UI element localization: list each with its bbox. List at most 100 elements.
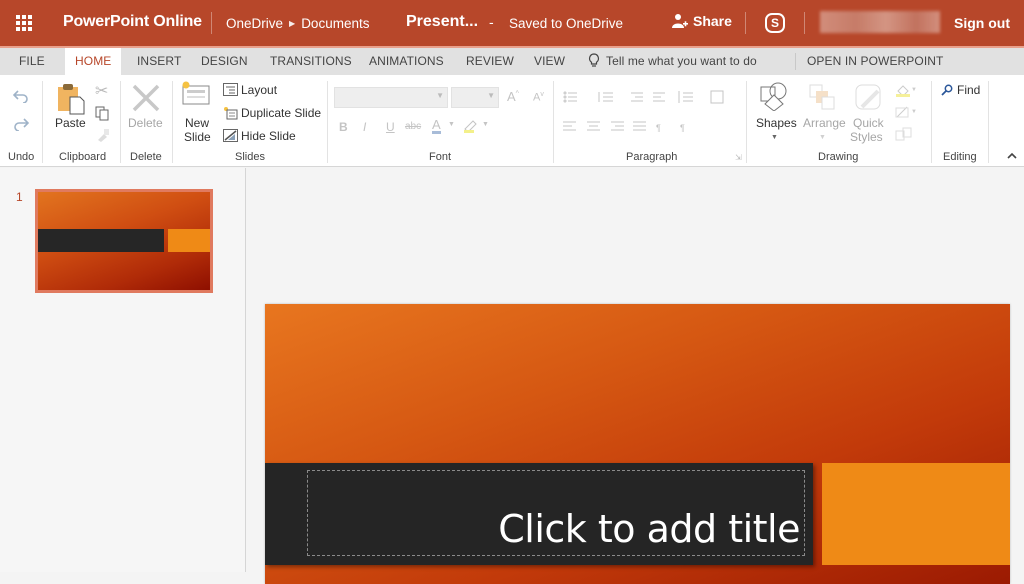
copy-icon[interactable] xyxy=(95,106,110,121)
tab-transitions[interactable]: TRANSITIONS xyxy=(270,48,352,75)
group-divider xyxy=(553,81,554,163)
chevron-down-icon: ▼ xyxy=(819,134,826,141)
search-icon xyxy=(941,84,953,96)
tab-review[interactable]: REVIEW xyxy=(466,48,514,75)
shape-outline-icon[interactable]: ▼ xyxy=(895,105,917,119)
group-divider xyxy=(42,81,43,163)
clipboard-icon xyxy=(58,84,85,115)
new-slide-label-1: New xyxy=(185,116,210,130)
tab-home[interactable]: HOME xyxy=(65,48,122,75)
save-status: Saved to OneDrive xyxy=(509,16,624,31)
bold-button[interactable]: B xyxy=(339,120,348,134)
grow-font-icon[interactable]: A^ xyxy=(507,89,519,104)
paragraph-dialog-launcher-icon[interactable]: ⇲ xyxy=(735,153,742,162)
shape-effects-icon[interactable] xyxy=(895,127,913,141)
line-spacing-icon xyxy=(678,91,693,103)
redo-icon[interactable] xyxy=(13,117,29,131)
align-right-icon xyxy=(611,121,624,131)
app-header: PowerPoint Online OneDrive ▶ Documents P… xyxy=(0,0,1024,46)
ribbon-home: Undo Paste ✂ Clipboard Delete Delete New… xyxy=(0,75,1024,167)
collapse-ribbon-icon[interactable] xyxy=(1007,152,1017,159)
quick-styles-icon xyxy=(855,84,881,110)
tell-me-label: Tell me what you want to do xyxy=(606,54,757,68)
underline-button[interactable]: U xyxy=(386,120,395,134)
header-divider xyxy=(804,12,805,34)
shrink-font-icon[interactable]: Av xyxy=(533,91,544,104)
layout-icon xyxy=(223,83,238,96)
group-divider xyxy=(172,81,173,163)
cut-icon[interactable]: ✂ xyxy=(95,81,108,101)
chevron-down-icon: ▼ xyxy=(487,91,495,100)
ribbon-tabs: FILE HOME INSERT DESIGN TRANSITIONS ANIM… xyxy=(0,46,1024,75)
chevron-down-icon[interactable]: ▼ xyxy=(448,121,455,128)
layout-label: Layout xyxy=(241,83,278,97)
undo-icon[interactable] xyxy=(13,89,29,103)
slide-thumbnail[interactable] xyxy=(35,189,213,293)
document-title[interactable]: Present... xyxy=(406,13,478,31)
breadcrumb-onedrive[interactable]: OneDrive xyxy=(226,16,283,31)
group-label-slides: Slides xyxy=(235,151,265,163)
shapes-label: Shapes xyxy=(756,116,797,130)
app-launcher-icon[interactable] xyxy=(16,15,32,31)
new-slide-label-2: Slide xyxy=(184,130,211,144)
group-label-delete: Delete xyxy=(130,151,162,163)
slide-thumbnail-panel: 1 xyxy=(0,168,246,572)
tab-file[interactable]: FILE xyxy=(19,48,45,75)
align-left-icon xyxy=(563,121,576,131)
delete-x-icon xyxy=(132,84,160,112)
title-placeholder[interactable]: Click to add title xyxy=(307,470,805,556)
add-person-icon xyxy=(672,14,688,28)
quick-styles-label-2: Styles xyxy=(850,130,883,144)
font-size-dropdown[interactable]: ▼ xyxy=(451,87,499,108)
paste-label: Paste xyxy=(55,116,86,130)
tab-animations[interactable]: ANIMATIONS xyxy=(369,48,444,75)
paragraph-row-1 xyxy=(563,90,724,104)
shape-fill-icon[interactable]: ▼ xyxy=(895,83,917,97)
breadcrumb-documents[interactable]: Documents xyxy=(301,16,369,31)
app-name[interactable]: PowerPoint Online xyxy=(63,13,202,31)
tab-view[interactable]: VIEW xyxy=(534,48,565,75)
open-in-powerpoint-button[interactable]: OPEN IN POWERPOINT xyxy=(807,48,943,75)
font-name-dropdown[interactable]: ▼ xyxy=(334,87,448,108)
rtl-icon: ¶ xyxy=(680,123,685,133)
format-painter-icon[interactable] xyxy=(96,128,110,142)
user-name-redacted xyxy=(820,11,940,33)
font-color-button[interactable]: A xyxy=(432,118,441,134)
decrease-indent-icon xyxy=(631,92,643,102)
tell-me-search[interactable]: Tell me what you want to do xyxy=(588,48,757,75)
duplicate-slide-icon xyxy=(224,107,238,120)
slide-canvas[interactable]: Click to add title xyxy=(265,304,1010,584)
svg-text:▼: ▼ xyxy=(911,87,917,93)
sign-out-link[interactable]: Sign out xyxy=(954,15,1010,31)
chevron-down-icon[interactable]: ▼ xyxy=(482,121,489,128)
quick-styles-label-1: Quick xyxy=(853,116,884,130)
new-slide-icon xyxy=(182,81,210,105)
group-label-undo: Undo xyxy=(8,151,35,163)
slide-editor: Click to add title xyxy=(247,168,1024,584)
skype-icon[interactable]: S xyxy=(765,13,785,33)
breadcrumb: OneDrive ▶ Documents xyxy=(226,16,369,31)
chevron-down-icon: ▼ xyxy=(771,134,778,141)
group-label-font: Font xyxy=(429,151,452,163)
ltr-icon: ¶ xyxy=(656,123,661,133)
share-label: Share xyxy=(693,13,732,29)
numbering-icon xyxy=(598,92,613,102)
shapes-icon xyxy=(760,82,787,111)
find-label: Find xyxy=(957,83,981,97)
group-divider xyxy=(327,81,328,163)
group-label-editing: Editing xyxy=(943,151,977,163)
tab-insert[interactable]: INSERT xyxy=(137,48,181,75)
bullets-icon xyxy=(563,91,577,103)
italic-button[interactable]: I xyxy=(363,120,366,134)
strikethrough-button[interactable]: abc xyxy=(405,121,421,132)
title-placeholder-text: Click to add title xyxy=(498,507,800,551)
accent-block xyxy=(822,463,1010,565)
svg-text:▼: ▼ xyxy=(911,109,917,115)
lightbulb-icon xyxy=(588,53,600,67)
highlight-icon[interactable] xyxy=(463,119,479,133)
duplicate-slide-label: Duplicate Slide xyxy=(241,106,322,120)
tab-design[interactable]: DESIGN xyxy=(201,48,248,75)
chevron-down-icon: ▼ xyxy=(436,91,444,100)
share-button[interactable]: Share xyxy=(672,13,732,29)
arrange-label: Arrange xyxy=(803,116,846,130)
